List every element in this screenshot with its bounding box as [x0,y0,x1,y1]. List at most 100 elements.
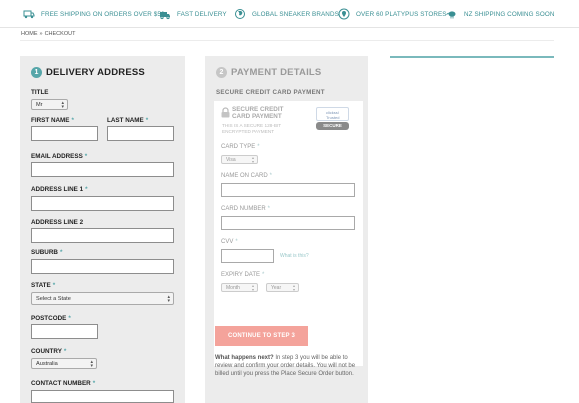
select-arrows-icon: ▴ ▾ [251,155,254,164]
required-marker: * [68,315,71,322]
select-arrows-icon: ▴ ▾ [292,283,295,292]
ssl-trust-badge: clickssl Trusted SECURE [316,107,349,131]
postcode-input[interactable] [31,324,98,339]
state-label: STATE * [31,282,55,289]
breadcrumb: HOME» CHECKOUT [21,31,75,37]
card-type-select[interactable]: Visa ▴ ▾ [221,155,258,164]
breadcrumb-home-link[interactable]: HOME [21,31,38,37]
name-on-card-input[interactable] [221,183,355,197]
country-select-value: Australia [36,360,58,367]
required-marker: * [235,239,238,245]
address-line-1-label: ADDRESS LINE 1 * [31,186,88,193]
address-line-2-label: ADDRESS LINE 2 [31,219,83,226]
cvv-label: CVV * [221,239,238,245]
address-line-1-input[interactable] [31,196,174,211]
payment-subheading: SECURE CREDIT CARD PAYMENT [216,89,325,96]
title-label: TITLE [31,89,49,96]
required-marker: * [59,249,63,256]
ssl-badge-text: clickssl Trusted [316,107,349,121]
email-label-text: EMAIL ADDRESS [31,153,83,160]
expiry-year-select[interactable]: Year ▴ ▾ [266,283,299,292]
truck-icon [23,10,35,19]
state-select-value: Select a State [36,295,71,302]
select-arrows-icon: ▴ ▾ [167,294,170,304]
required-marker: * [262,272,265,278]
expiry-month-select[interactable]: Month ▴ ▾ [221,283,258,292]
address-line-2-label-text: ADDRESS LINE 2 [31,219,84,226]
address-line-2-input[interactable] [31,228,174,243]
name-on-card-label: NAME ON CARD * [221,173,272,179]
card-type-label: CARD TYPE * [221,144,260,150]
expiry-date-label: EXPIRY DATE * [221,272,264,278]
step-number-badge: 1 [31,67,42,78]
summary-accent-line [390,56,554,58]
promo-text: FAST DELIVERY [177,10,227,18]
contact-number-label: CONTACT NUMBER * [31,380,95,387]
card-type-label-text: CARD TYPE [221,144,256,150]
title-select[interactable]: Mr ▴ ▾ [31,99,68,110]
continue-to-step-3-button[interactable]: CONTINUE TO STEP 3 [215,326,308,346]
country-select[interactable]: Australia ▴ ▾ [31,358,97,369]
secure-payment-title: SECURE CREDIT CARD PAYMENT [232,106,284,120]
step-number-badge: 2 [216,67,227,78]
cvv-help-link[interactable]: What is this? [280,253,309,259]
first-name-input[interactable] [31,126,98,141]
globe-icon [235,9,245,19]
promo-text: GLOBAL SNEAKER BRANDS [252,10,339,18]
card-number-label-text: CARD NUMBER [221,206,266,212]
suburb-label: SUBURB * [31,249,62,256]
suburb-input[interactable] [31,259,174,274]
payment-heading-text: PAYMENT DETAILS [231,67,322,78]
delivery-heading: 1 DELIVERY ADDRESS [31,67,145,78]
required-marker: * [63,348,67,355]
country-label-text: COUNTRY [31,348,62,355]
name-on-card-label-text: NAME ON CARD [221,173,268,179]
select-arrows-icon: ▴ ▾ [90,359,93,369]
state-label-text: STATE [31,282,51,289]
suburb-label-text: SUBURB [31,249,58,256]
last-name-label-text: LAST NAME [107,117,144,124]
title-select-value: Mr [36,101,43,108]
last-name-input[interactable] [107,126,174,141]
email-input[interactable] [31,162,174,177]
email-label: EMAIL ADDRESS * [31,153,87,160]
cvv-input[interactable] [221,249,274,263]
required-marker: * [92,380,96,387]
breadcrumb-current: CHECKOUT [44,31,76,37]
card-type-value: Visa [226,156,236,163]
country-label: COUNTRY * [31,348,66,355]
contact-number-label-text: CONTACT NUMBER [31,380,91,387]
delivery-address-panel: 1 DELIVERY ADDRESS TITLE Mr ▴ ▾ FIRST NAM… [20,56,185,403]
payment-heading: 2 PAYMENT DETAILS [216,67,321,78]
cvv-label-text: CVV [221,239,234,245]
required-marker: * [71,117,74,124]
promo-bar: FREE SHIPPING ON ORDERS OVER $50 FAST DE… [0,0,579,28]
contact-number-input[interactable] [31,390,174,403]
expiry-month-value: Month [226,284,240,291]
last-name-label: LAST NAME * [107,117,148,124]
address-line-1-label-text: ADDRESS LINE 1 [31,186,84,193]
promo-free-shipping: FREE SHIPPING ON ORDERS OVER $50 [23,8,165,20]
title-label-text: TITLE [31,89,49,96]
header-divider [20,40,554,41]
location-pin-icon [338,8,350,20]
first-name-label: FIRST NAME * [31,117,74,124]
card-number-input[interactable] [221,216,355,230]
expiry-date-label-text: EXPIRY DATE [221,272,261,278]
promo-global-brands: GLOBAL SNEAKER BRANDS [234,8,339,20]
required-marker: * [84,153,88,160]
required-marker: * [267,206,271,212]
required-marker: * [52,282,56,289]
required-marker: * [145,117,149,124]
kiwi-bird-icon [446,11,456,19]
payment-details-panel: 2 PAYMENT DETAILS SECURE CREDIT CARD PAY… [205,56,368,403]
promo-text: NZ SHIPPING COMING SOON [464,10,555,18]
ssl-badge-secure: SECURE [316,122,349,130]
promo-text: FREE SHIPPING ON ORDERS OVER $50 [41,10,165,18]
required-marker: * [269,173,273,179]
delivery-van-icon [160,12,170,20]
postcode-label-text: POSTCODE [31,315,67,322]
what-happens-next-title: What happens next? [215,355,274,361]
state-select[interactable]: Select a State ▴ ▾ [31,292,174,305]
select-arrows-icon: ▴ ▾ [61,100,64,110]
